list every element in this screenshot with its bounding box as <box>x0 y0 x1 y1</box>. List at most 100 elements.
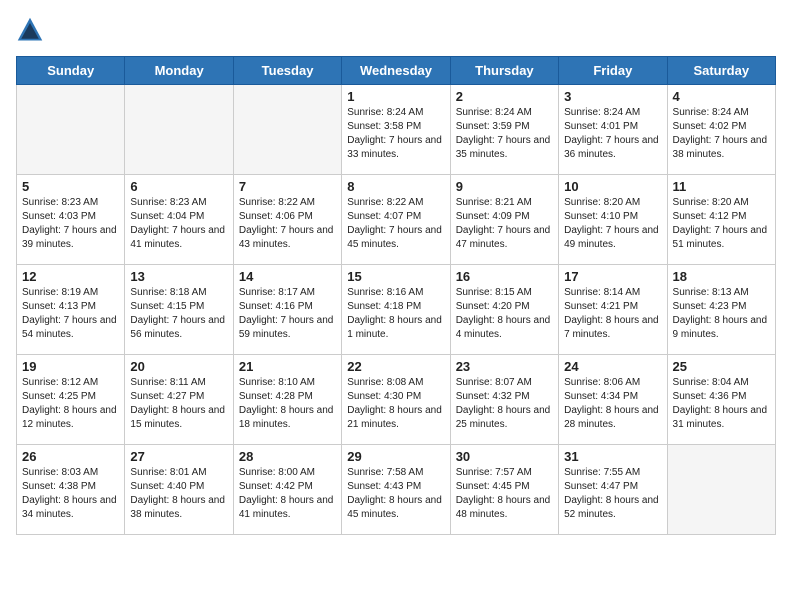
day-header-friday: Friday <box>559 57 667 85</box>
calendar-cell: 25 Sunrise: 8:04 AMSunset: 4:36 PMDayligh… <box>667 355 775 445</box>
calendar-cell: 10 Sunrise: 8:20 AMSunset: 4:10 PMDayligh… <box>559 175 667 265</box>
calendar-cell <box>125 85 233 175</box>
cell-info: Sunrise: 8:12 AMSunset: 4:25 PMDaylight:… <box>22 376 119 432</box>
calendar-cell: 8 Sunrise: 8:22 AMSunset: 4:07 PMDaylight… <box>342 175 450 265</box>
calendar-cell: 19 Sunrise: 8:12 AMSunset: 4:25 PMDayligh… <box>17 355 125 445</box>
cell-info: Sunrise: 8:14 AMSunset: 4:21 PMDaylight:… <box>564 286 661 342</box>
cell-info: Sunrise: 8:21 AMSunset: 4:09 PMDaylight:… <box>456 196 553 252</box>
cell-info: Sunrise: 8:24 AMSunset: 4:02 PMDaylight:… <box>673 106 770 162</box>
day-number: 6 <box>130 179 227 194</box>
day-number: 9 <box>456 179 553 194</box>
calendar-cell: 18Sunrise: 8:13 AMSunset: 4:23 PMDayligh… <box>667 265 775 355</box>
page-header <box>16 16 776 44</box>
cell-info: Sunrise: 8:24 AMSunset: 3:58 PMDaylight:… <box>347 106 444 162</box>
week-row-1: 1 Sunrise: 8:24 AMSunset: 3:58 PMDaylight… <box>17 85 776 175</box>
day-number: 29 <box>347 449 444 464</box>
calendar-cell: 21Sunrise: 8:10 AMSunset: 4:28 PMDayligh… <box>233 355 341 445</box>
day-number: 3 <box>564 89 661 104</box>
calendar-table: SundayMondayTuesdayWednesdayThursdayFrid… <box>16 56 776 535</box>
day-number: 13 <box>130 269 227 284</box>
day-number: 30 <box>456 449 553 464</box>
calendar-cell: 17 Sunrise: 8:14 AMSunset: 4:21 PMDayligh… <box>559 265 667 355</box>
day-number: 31 <box>564 449 661 464</box>
calendar-cell: 30 Sunrise: 7:57 AMSunset: 4:45 PMDayligh… <box>450 445 558 535</box>
calendar-cell: 20 Sunrise: 8:11 AMSunset: 4:27 PMDayligh… <box>125 355 233 445</box>
day-number: 17 <box>564 269 661 284</box>
day-number: 4 <box>673 89 770 104</box>
cell-info: Sunrise: 8:07 AMSunset: 4:32 PMDaylight:… <box>456 376 553 432</box>
calendar-cell: 5Sunrise: 8:23 AMSunset: 4:03 PMDaylight… <box>17 175 125 265</box>
calendar-cell: 12Sunrise: 8:19 AMSunset: 4:13 PMDayligh… <box>17 265 125 355</box>
cell-info: Sunrise: 8:16 AMSunset: 4:18 PMDaylight:… <box>347 286 444 342</box>
day-number: 7 <box>239 179 336 194</box>
calendar-cell: 14 Sunrise: 8:17 AMSunset: 4:16 PMDayligh… <box>233 265 341 355</box>
day-number: 12 <box>22 269 119 284</box>
header-row: SundayMondayTuesdayWednesdayThursdayFrid… <box>17 57 776 85</box>
day-number: 25 <box>673 359 770 374</box>
calendar-cell: 3Sunrise: 8:24 AMSunset: 4:01 PMDaylight… <box>559 85 667 175</box>
day-number: 2 <box>456 89 553 104</box>
calendar-cell: 15Sunrise: 8:16 AMSunset: 4:18 PMDayligh… <box>342 265 450 355</box>
cell-info: Sunrise: 8:04 AMSunset: 4:36 PMDaylight:… <box>673 376 770 432</box>
calendar-cell: 9 Sunrise: 8:21 AMSunset: 4:09 PMDaylight… <box>450 175 558 265</box>
day-number: 8 <box>347 179 444 194</box>
calendar-cell <box>17 85 125 175</box>
calendar-cell: 11 Sunrise: 8:20 AMSunset: 4:12 PMDayligh… <box>667 175 775 265</box>
day-number: 19 <box>22 359 119 374</box>
calendar-cell: 7 Sunrise: 8:22 AMSunset: 4:06 PMDaylight… <box>233 175 341 265</box>
cell-info: Sunrise: 8:10 AMSunset: 4:28 PMDaylight:… <box>239 376 336 432</box>
cell-info: Sunrise: 8:22 AMSunset: 4:06 PMDaylight:… <box>239 196 336 252</box>
day-number: 10 <box>564 179 661 194</box>
week-row-3: 12Sunrise: 8:19 AMSunset: 4:13 PMDayligh… <box>17 265 776 355</box>
cell-info: Sunrise: 8:15 AMSunset: 4:20 PMDaylight:… <box>456 286 553 342</box>
cell-info: Sunrise: 8:11 AMSunset: 4:27 PMDaylight:… <box>130 376 227 432</box>
day-number: 26 <box>22 449 119 464</box>
cell-info: Sunrise: 8:22 AMSunset: 4:07 PMDaylight:… <box>347 196 444 252</box>
cell-info: Sunrise: 8:20 AMSunset: 4:10 PMDaylight:… <box>564 196 661 252</box>
calendar-cell <box>233 85 341 175</box>
cell-info: Sunrise: 8:18 AMSunset: 4:15 PMDaylight:… <box>130 286 227 342</box>
calendar-cell: 31 Sunrise: 7:55 AMSunset: 4:47 PMDayligh… <box>559 445 667 535</box>
calendar-cell: 13 Sunrise: 8:18 AMSunset: 4:15 PMDayligh… <box>125 265 233 355</box>
calendar-cell: 27 Sunrise: 8:01 AMSunset: 4:40 PMDayligh… <box>125 445 233 535</box>
calendar-cell: 26 Sunrise: 8:03 AMSunset: 4:38 PMDayligh… <box>17 445 125 535</box>
calendar-cell: 28Sunrise: 8:00 AMSunset: 4:42 PMDayligh… <box>233 445 341 535</box>
day-number: 16 <box>456 269 553 284</box>
day-header-thursday: Thursday <box>450 57 558 85</box>
day-number: 28 <box>239 449 336 464</box>
day-header-sunday: Sunday <box>17 57 125 85</box>
cell-info: Sunrise: 8:24 AMSunset: 3:59 PMDaylight:… <box>456 106 553 162</box>
week-row-2: 5Sunrise: 8:23 AMSunset: 4:03 PMDaylight… <box>17 175 776 265</box>
day-number: 18 <box>673 269 770 284</box>
calendar-cell <box>667 445 775 535</box>
day-number: 27 <box>130 449 227 464</box>
calendar-cell: 16 Sunrise: 8:15 AMSunset: 4:20 PMDayligh… <box>450 265 558 355</box>
cell-info: Sunrise: 8:01 AMSunset: 4:40 PMDaylight:… <box>130 466 227 522</box>
day-header-saturday: Saturday <box>667 57 775 85</box>
calendar-cell: 4 Sunrise: 8:24 AMSunset: 4:02 PMDaylight… <box>667 85 775 175</box>
day-number: 23 <box>456 359 553 374</box>
cell-info: Sunrise: 8:06 AMSunset: 4:34 PMDaylight:… <box>564 376 661 432</box>
logo <box>16 16 48 44</box>
day-number: 1 <box>347 89 444 104</box>
day-number: 14 <box>239 269 336 284</box>
cell-info: Sunrise: 8:23 AMSunset: 4:04 PMDaylight:… <box>130 196 227 252</box>
cell-info: Sunrise: 8:03 AMSunset: 4:38 PMDaylight:… <box>22 466 119 522</box>
week-row-5: 26 Sunrise: 8:03 AMSunset: 4:38 PMDayligh… <box>17 445 776 535</box>
cell-info: Sunrise: 8:17 AMSunset: 4:16 PMDaylight:… <box>239 286 336 342</box>
day-number: 5 <box>22 179 119 194</box>
calendar-cell: 23 Sunrise: 8:07 AMSunset: 4:32 PMDayligh… <box>450 355 558 445</box>
cell-info: Sunrise: 7:55 AMSunset: 4:47 PMDaylight:… <box>564 466 661 522</box>
calendar-cell: 2 Sunrise: 8:24 AMSunset: 3:59 PMDaylight… <box>450 85 558 175</box>
calendar-cell: 24Sunrise: 8:06 AMSunset: 4:34 PMDayligh… <box>559 355 667 445</box>
calendar-cell: 22Sunrise: 8:08 AMSunset: 4:30 PMDayligh… <box>342 355 450 445</box>
day-number: 11 <box>673 179 770 194</box>
day-number: 22 <box>347 359 444 374</box>
calendar-cell: 29 Sunrise: 7:58 AMSunset: 4:43 PMDayligh… <box>342 445 450 535</box>
day-number: 20 <box>130 359 227 374</box>
cell-info: Sunrise: 7:57 AMSunset: 4:45 PMDaylight:… <box>456 466 553 522</box>
cell-info: Sunrise: 8:20 AMSunset: 4:12 PMDaylight:… <box>673 196 770 252</box>
week-row-4: 19 Sunrise: 8:12 AMSunset: 4:25 PMDayligh… <box>17 355 776 445</box>
day-header-tuesday: Tuesday <box>233 57 341 85</box>
cell-info: Sunrise: 7:58 AMSunset: 4:43 PMDaylight:… <box>347 466 444 522</box>
